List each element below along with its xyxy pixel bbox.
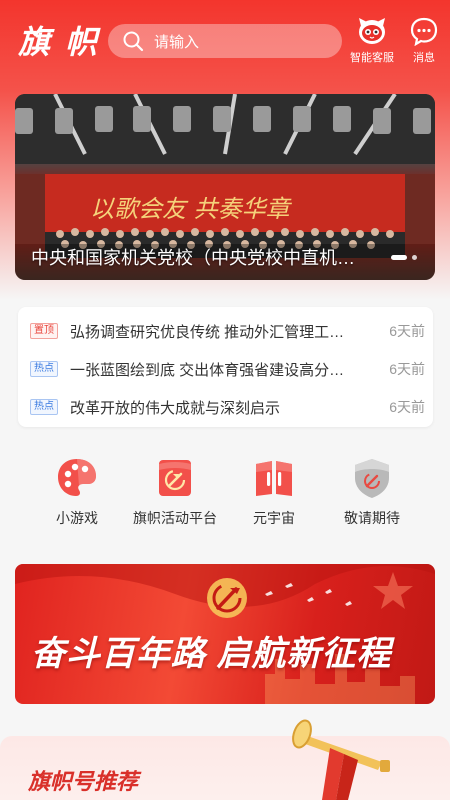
carousel-dot [412,255,417,260]
banner-title: 中央和国家机关党校（中央党校中直机关分校） [31,248,371,268]
smart-service-button[interactable]: 智能客服 [348,16,396,65]
app-logo: 旗 帜 [18,23,100,61]
news-title: 改革开放的伟大成就与深刻启示 [70,399,281,417]
carousel-dot-active [391,255,407,260]
feature-menu: 小游戏 旗帜活动平台 元宇宙 敬请期待 [0,456,450,536]
menu-label: 元宇宙 [253,510,295,526]
news-item[interactable]: 热点 改革开放的伟大成就与深刻启示 6天前 [30,395,425,419]
robot-mascot-icon [359,18,385,44]
banner-backdrop-text: 以歌会友 共奏华章 [90,195,293,223]
menu-item-coming-soon[interactable]: 敬请期待 [322,456,422,528]
header: 旗 帜 请输入 智能客服 消息 [0,0,450,82]
message-label: 消息 [413,52,435,64]
party-flag-icon [159,460,191,496]
news-time: 6天前 [389,361,425,377]
search-icon [123,31,144,52]
pinned-badge: 置顶 [30,323,58,339]
search-input[interactable]: 请输入 [108,24,342,58]
menu-item-activity-platform[interactable]: 旗帜活动平台 [125,456,225,528]
banner-carousel[interactable]: 以歌会友 共奏华章 中央和国家机关党校（中央党校中直机关分校） [15,94,435,280]
chat-bubble-icon [410,17,438,46]
smart-service-label: 智能客服 [350,52,394,64]
news-time: 6天前 [389,323,425,339]
hammer-sickle-emblem [207,578,247,618]
menu-label: 小游戏 [56,510,98,526]
hot-badge: 热点 [30,361,58,377]
news-item[interactable]: 热点 一张蓝图绘到底 交出体育强省建设高分答卷 6天前 [30,357,425,381]
menu-label: 旗帜活动平台 [133,510,217,526]
news-time: 6天前 [389,399,425,415]
hot-badge: 热点 [30,399,58,415]
carousel-indicator [391,255,417,260]
search-placeholder: 请输入 [154,33,200,51]
menu-item-metaverse[interactable]: 元宇宙 [224,456,324,528]
news-list: 置顶 弘扬调查研究优良传统 推动外汇管理工作高质量发展 6天前 热点 一张蓝图绘… [18,307,433,427]
message-button[interactable]: 消息 [404,16,444,65]
shield-icon [355,459,389,498]
menu-label: 敬请期待 [344,510,400,526]
menu-item-mini-games[interactable]: 小游戏 [27,456,127,528]
book-icon [256,461,292,496]
news-title: 一张蓝图绘到底 交出体育强省建设高分答卷 [70,361,358,379]
promo-slogan: 奋斗百年路 启航新征程 [31,635,392,673]
promo-banner[interactable]: 奋斗百年路 启航新征程 [15,564,435,704]
recommend-title: 旗帜号推荐 [28,769,139,794]
palette-icon [58,459,96,496]
news-item[interactable]: 置顶 弘扬调查研究优良传统 推动外汇管理工作高质量发展 6天前 [30,319,425,343]
trumpet-icon [292,719,390,800]
news-title: 弘扬调查研究优良传统 推动外汇管理工作高质量发展 [70,323,358,341]
